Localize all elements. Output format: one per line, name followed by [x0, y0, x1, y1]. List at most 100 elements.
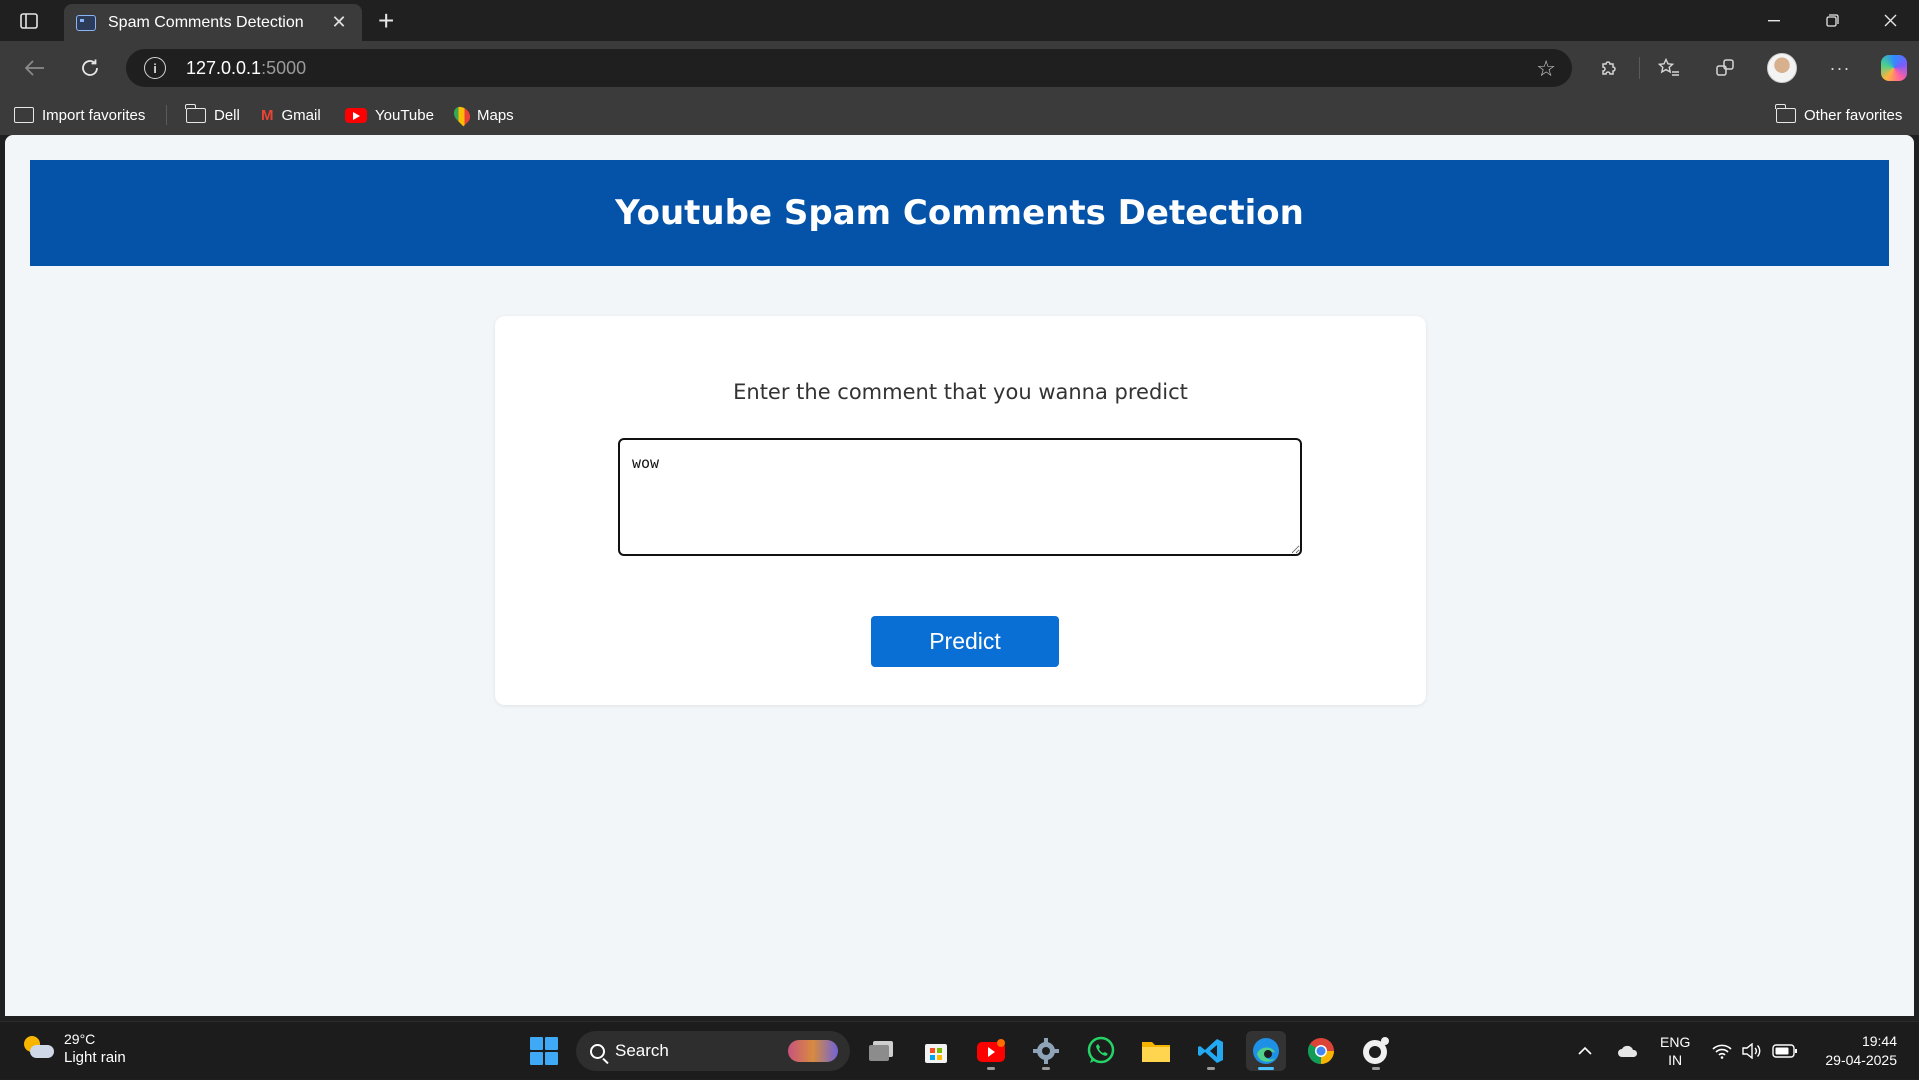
profile-avatar: [1767, 53, 1797, 83]
tab-actions-button[interactable]: [0, 0, 58, 41]
back-button[interactable]: [13, 41, 57, 95]
folder-app-icon: [1142, 1042, 1170, 1062]
region-code: IN: [1668, 1052, 1683, 1068]
collections-button[interactable]: [1703, 41, 1747, 95]
close-icon: [1884, 14, 1896, 27]
more-dots-icon: ···: [1829, 57, 1851, 78]
chevron-up-icon: [1578, 1046, 1592, 1055]
new-tab-button[interactable]: +: [378, 6, 394, 36]
taskbar-edge[interactable]: [1246, 1031, 1286, 1071]
header-banner: Youtube Spam Comments Detection: [30, 160, 1889, 266]
site-info-icon[interactable]: i: [144, 57, 166, 79]
volume-icon: [1742, 1043, 1761, 1059]
web-page: Youtube Spam Comments Detection Enter th…: [5, 135, 1914, 1016]
copilot-icon: [1881, 55, 1907, 81]
language-indicator[interactable]: ENG IN: [1660, 1022, 1690, 1080]
language-code: ENG: [1660, 1034, 1691, 1050]
vscode-icon: [1198, 1039, 1223, 1063]
url-host: 127.0.0.1: [186, 57, 262, 78]
taskbar-microsoft-store[interactable]: [916, 1031, 956, 1071]
favorite-youtube-label: YouTube: [375, 106, 434, 124]
favorite-gmail[interactable]: M Gmail: [261, 95, 321, 135]
url-port: :5000: [261, 57, 307, 78]
favorite-maps-label: Maps: [477, 106, 514, 124]
weather-temperature: 29°C: [64, 1031, 96, 1047]
close-window-button[interactable]: [1861, 0, 1919, 41]
puzzle-icon: [1602, 61, 1616, 75]
restore-icon: [1825, 14, 1839, 27]
taskbar-github-desktop[interactable]: [1356, 1031, 1396, 1071]
task-view-icon: [869, 1041, 893, 1061]
start-button[interactable]: [524, 1031, 564, 1071]
quick-settings-button[interactable]: [1712, 1022, 1798, 1080]
onedrive-button[interactable]: [1617, 1022, 1639, 1080]
favorites-divider: [166, 105, 167, 125]
gmail-icon: M: [261, 106, 274, 124]
github-icon: [1363, 1037, 1389, 1064]
profile-button[interactable]: [1760, 41, 1804, 95]
favorites-bar: Import favorites Dell M Gmail YouTube Ma…: [0, 95, 1919, 135]
back-arrow-icon: [25, 60, 44, 76]
tab-title: Spam Comments Detection: [108, 13, 304, 31]
maps-pin-icon: [450, 103, 474, 127]
weather-rain-icon: [24, 1036, 54, 1062]
search-highlight-icon: [788, 1040, 838, 1062]
settings-more-button[interactable]: ···: [1818, 41, 1862, 95]
address-bar[interactable]: i 127.0.0.1:5000 ☆: [126, 49, 1572, 87]
search-icon: [590, 1043, 605, 1059]
favorite-star-icon[interactable]: ☆: [1536, 56, 1556, 82]
favorite-import[interactable]: Import favorites: [14, 95, 145, 135]
windows-taskbar: 29°C Light rain Search ENG IN 19:44 29-0…: [0, 1021, 1919, 1079]
favorite-dell[interactable]: Dell: [185, 95, 240, 135]
battery-icon: [1772, 1044, 1797, 1058]
system-clock[interactable]: 19:44 29-04-2025: [1825, 1032, 1897, 1070]
taskbar-search-label: Search: [615, 1041, 669, 1060]
tab-spam-comments[interactable]: Spam Comments Detection ✕: [64, 4, 362, 41]
favorite-youtube[interactable]: YouTube: [345, 95, 434, 135]
taskbar-task-view[interactable]: [861, 1031, 901, 1071]
whatsapp-icon: [1087, 1036, 1115, 1064]
taskbar-youtube[interactable]: [971, 1031, 1011, 1071]
close-tab-icon[interactable]: ✕: [328, 12, 350, 33]
import-icon: [14, 107, 34, 123]
cloud-icon: [1618, 1045, 1638, 1057]
restore-button[interactable]: [1803, 0, 1861, 41]
clock-time: 19:44: [1861, 1033, 1897, 1049]
refresh-button[interactable]: [68, 41, 112, 95]
taskbar-chrome[interactable]: [1301, 1031, 1341, 1071]
minimize-icon: [1768, 19, 1780, 21]
tab-actions-icon: [20, 12, 38, 29]
favorite-other[interactable]: Other favorites: [1775, 95, 1903, 135]
comment-prompt-label: Enter the comment that you wanna predict: [733, 380, 1188, 404]
browser-toolbar: i 127.0.0.1:5000 ☆ ···: [0, 41, 1919, 95]
taskbar-whatsapp[interactable]: [1081, 1031, 1121, 1071]
folder-icon: [1775, 103, 1796, 123]
favorite-gmail-label: Gmail: [281, 106, 321, 124]
taskbar-file-explorer[interactable]: [1136, 1031, 1176, 1071]
weather-description: Light rain: [64, 1049, 126, 1066]
comment-input[interactable]: wow: [618, 438, 1302, 556]
favorites-button[interactable]: [1647, 41, 1691, 95]
taskbar-search[interactable]: Search: [576, 1031, 850, 1071]
page-favicon-icon: [76, 14, 96, 31]
title-bar: Spam Comments Detection ✕ +: [0, 0, 1919, 41]
wifi-icon: [1712, 1044, 1732, 1059]
favorites-star-list-icon: [1658, 58, 1679, 76]
toolbar-divider: [1639, 57, 1640, 79]
clock-date: 29-04-2025: [1825, 1052, 1897, 1068]
show-hidden-icons-button[interactable]: [1578, 1022, 1592, 1080]
youtube-icon: [345, 107, 367, 123]
favorite-other-label: Other favorites: [1804, 106, 1903, 124]
refresh-icon: [82, 59, 98, 76]
page-title: Youtube Spam Comments Detection: [615, 193, 1304, 233]
weather-widget[interactable]: 29°C Light rain: [24, 1030, 126, 1068]
minimize-button[interactable]: [1745, 0, 1803, 41]
favorite-maps[interactable]: Maps: [450, 95, 514, 135]
predict-button[interactable]: Predict: [871, 616, 1059, 667]
extensions-button[interactable]: [1587, 41, 1631, 95]
copilot-button[interactable]: [1872, 41, 1916, 95]
youtube-app-icon: [977, 1039, 1005, 1062]
prediction-form-card: Enter the comment that you wanna predict…: [495, 316, 1426, 705]
taskbar-vscode[interactable]: [1191, 1031, 1231, 1071]
taskbar-settings[interactable]: [1026, 1031, 1066, 1071]
